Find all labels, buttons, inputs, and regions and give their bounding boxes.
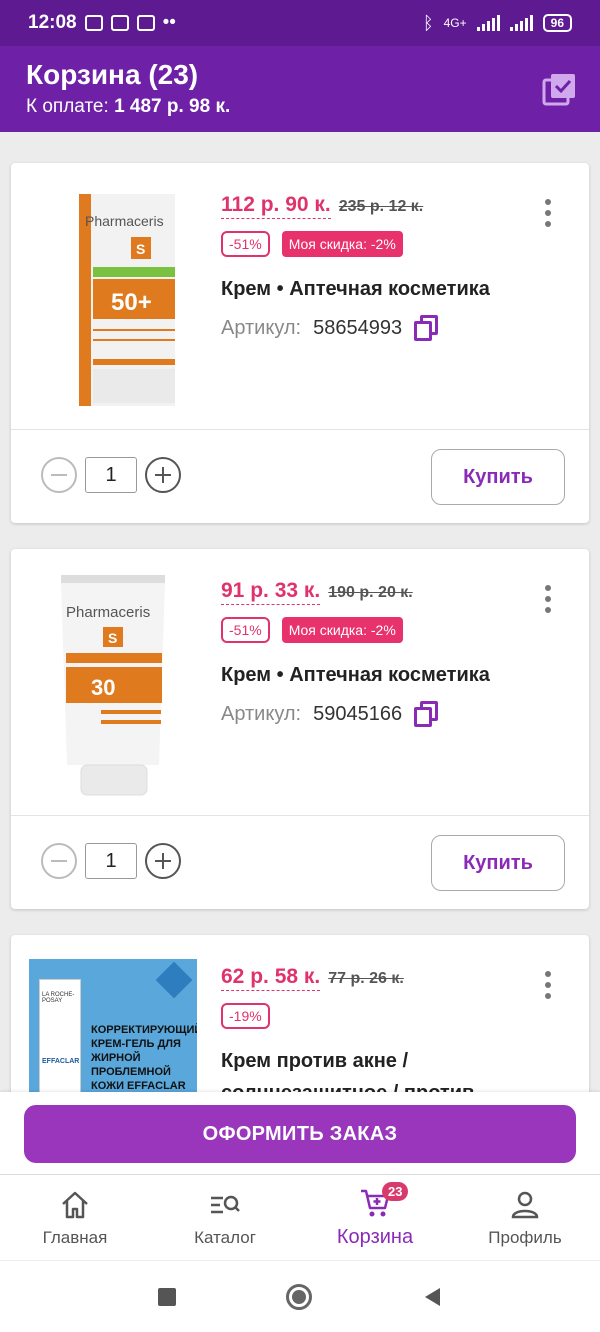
my-discount-badge: Моя скидка: -2% <box>281 231 403 257</box>
select-all-icon[interactable] <box>542 72 578 106</box>
product-name[interactable]: Крем против акне / солнцезащитное / прот… <box>221 1045 551 1092</box>
badge-icon <box>155 961 193 999</box>
article-label: Артикул: <box>221 316 302 339</box>
more-notifications-icon: •• <box>162 12 176 33</box>
page-title: Корзина (23) <box>26 59 199 90</box>
profile-icon <box>511 1191 539 1218</box>
image-product: EFFACLAR <box>42 1058 80 1065</box>
article-number: 59045166 <box>313 702 403 725</box>
signal-icon <box>509 15 533 31</box>
discount-badge: -51% <box>221 231 270 257</box>
increase-button[interactable] <box>145 457 181 493</box>
cart-item: LA ROCHE-POSAY EFFACLAR КОРРЕКТИРУЮЩИЙ К… <box>11 935 589 1092</box>
article: Артикул: 59045166 <box>221 701 439 727</box>
home-icon <box>62 1191 88 1218</box>
price[interactable]: 62 р. 58 к. <box>221 965 321 991</box>
checkout-bar: ОФОРМИТЬ ЗАКАЗ <box>0 1092 600 1174</box>
cart-count-badge: 23 <box>382 1182 409 1201</box>
svg-text:S: S <box>108 630 117 646</box>
price-row: 91 р. 33 к. 190 р. 20 к. <box>221 579 413 605</box>
copy-icon[interactable] <box>414 315 439 341</box>
nav-catalog[interactable]: Каталог <box>150 1175 300 1260</box>
more-menu-icon[interactable] <box>545 971 551 999</box>
checkout-button[interactable]: ОФОРМИТЬ ЗАКАЗ <box>24 1105 576 1163</box>
copy-icon[interactable] <box>414 701 439 727</box>
badges: -19% <box>221 1003 270 1029</box>
catalog-search-icon <box>211 1195 240 1213</box>
cart-item: Pharmaceris S 50+ 112 р. 90 к. 235 р. 12… <box>11 163 589 523</box>
image-spf: 50+ <box>111 289 152 316</box>
system-nav <box>0 1260 600 1332</box>
my-discount-badge: Моя скидка: -2% <box>281 617 403 643</box>
more-menu-icon[interactable] <box>545 585 551 613</box>
bluetooth-icon: ᛒ <box>422 12 434 33</box>
badges: -51% Моя скидка: -2% <box>221 617 403 643</box>
product-image[interactable]: Pharmaceris S 30 <box>41 575 201 800</box>
old-price: 235 р. 12 к. <box>338 198 424 215</box>
image-text: КОРРЕКТИРУЮЩИЙ КРЕМ-ГЕЛЬ ДЛЯ ЖИРНОЙ ПРОБ… <box>91 1024 197 1092</box>
more-menu-icon[interactable] <box>545 199 551 227</box>
divider <box>11 815 589 816</box>
pay-amount: 1 487 р. 98 к. <box>114 96 231 117</box>
product-image[interactable]: Pharmaceris S 50+ <box>41 189 201 414</box>
divider <box>11 429 589 430</box>
nav-profile-label: Профиль <box>488 1227 562 1247</box>
buy-button[interactable]: Купить <box>431 835 565 891</box>
price-row: 112 р. 90 к. 235 р. 12 к. <box>221 193 423 219</box>
signal-icon <box>476 15 500 31</box>
old-price: 190 р. 20 к. <box>328 584 413 601</box>
nav-cart[interactable]: 23 Корзина <box>300 1175 450 1260</box>
bottom-nav: Главная Каталог 23 Корзина Профиль <box>0 1174 600 1260</box>
price[interactable]: 112 р. 90 к. <box>221 193 331 219</box>
nav-home[interactable]: Главная <box>0 1175 150 1260</box>
notification-icons: •• <box>84 12 176 34</box>
status-time: 12:08 <box>28 12 77 33</box>
cart-list[interactable]: Pharmaceris S 50+ 112 р. 90 к. 235 р. 12… <box>0 132 600 1092</box>
pay-label: К оплате: <box>26 96 115 117</box>
network-type: 4G+ <box>443 16 467 30</box>
discount-badge: -19% <box>221 1003 270 1029</box>
increase-button[interactable] <box>145 843 181 879</box>
cart-item: Pharmaceris S 30 91 р. 33 к. 190 р. 20 к… <box>11 549 589 909</box>
discount-badge: -51% <box>221 617 270 643</box>
product-name[interactable]: Крем • Аптечная косметика <box>221 273 551 305</box>
battery-icon: 96 <box>542 14 572 32</box>
image-brand: Pharmaceris <box>66 604 150 621</box>
decrease-button[interactable] <box>41 457 77 493</box>
old-price: 77 р. 26 к. <box>328 970 404 987</box>
price[interactable]: 91 р. 33 к. <box>221 579 321 605</box>
back-icon[interactable] <box>422 1286 442 1308</box>
badges: -51% Моя скидка: -2% <box>221 231 403 257</box>
notification-icon <box>110 15 129 31</box>
article: Артикул: 58654993 <box>221 315 439 341</box>
nav-catalog-label: Каталог <box>194 1227 256 1247</box>
price-row: 62 р. 58 к. 77 р. 26 к. <box>221 965 404 991</box>
buy-button[interactable]: Купить <box>431 449 565 505</box>
notification-icon <box>84 15 103 31</box>
quantity-stepper: 1 <box>41 843 181 879</box>
recent-apps-icon[interactable] <box>158 1287 176 1306</box>
nav-profile[interactable]: Профиль <box>450 1175 600 1260</box>
product-name[interactable]: Крем • Аптечная косметика <box>221 659 551 691</box>
quantity-field[interactable]: 1 <box>85 843 137 879</box>
article-number: 58654993 <box>313 316 403 339</box>
image-brand: Pharmaceris <box>85 213 164 229</box>
nav-cart-label: Корзина <box>336 1226 414 1248</box>
product-image[interactable]: LA ROCHE-POSAY EFFACLAR КОРРЕКТИРУЮЩИЙ К… <box>29 959 197 1092</box>
image-spf: 30 <box>91 675 115 700</box>
decrease-button[interactable] <box>41 843 77 879</box>
quantity-stepper: 1 <box>41 457 181 493</box>
quantity-field[interactable]: 1 <box>85 457 137 493</box>
nav-home-label: Главная <box>42 1227 108 1247</box>
svg-text:S: S <box>136 241 145 257</box>
image-brand: LA ROCHE-POSAY <box>42 992 75 1004</box>
notification-icon <box>136 15 155 31</box>
cart-header: Корзина (23) К оплате: 1 487 р. 98 к. <box>0 46 600 132</box>
total-payment: К оплате: 1 487 р. 98 к. <box>26 96 574 118</box>
status-bar: 12:08 •• ᛒ 4G+ 96 <box>0 0 600 46</box>
home-system-icon[interactable] <box>286 1283 312 1310</box>
article-label: Артикул: <box>221 702 302 725</box>
